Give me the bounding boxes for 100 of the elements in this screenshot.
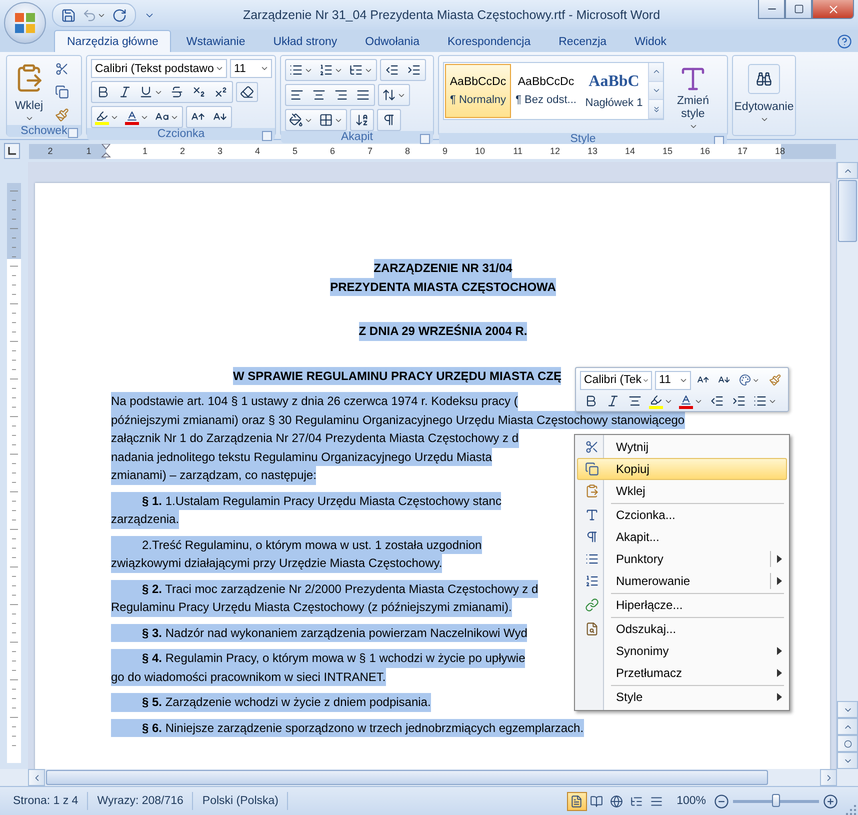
help-icon (837, 34, 852, 48)
font-name-field[interactable]: Calibri (Tekst podstawo (91, 59, 227, 78)
italic-icon (606, 394, 620, 408)
caret-icon (24, 114, 34, 123)
style-preview: AaBbC (588, 73, 640, 91)
redo-button[interactable] (112, 8, 127, 22)
font-size-field[interactable]: 11 (230, 59, 272, 78)
close-button[interactable] (812, 0, 854, 19)
multilevel-list-icon (349, 63, 363, 77)
ruler-number: 1 (86, 144, 92, 158)
zoom-level: 100% (676, 795, 706, 807)
office-button[interactable] (4, 2, 46, 44)
change-styles-button[interactable]: Zmień style (668, 62, 718, 133)
dialog-launcher-button[interactable] (420, 134, 430, 144)
style-name: ¶ Bez odst... (516, 94, 576, 106)
view-button[interactable] (566, 792, 587, 810)
paint-bucket-icon (289, 113, 303, 127)
ribbon-tab[interactable]: Widok (622, 30, 680, 52)
ribbon-tab[interactable]: Korespondencja (434, 30, 544, 52)
decrease-indent-icon (710, 394, 724, 408)
gallery-more-button[interactable] (649, 100, 663, 120)
editing-button[interactable]: Edytowanie (731, 62, 797, 126)
ribbon-tab[interactable]: Układ strony (260, 30, 350, 52)
zoom-out-button[interactable] (714, 794, 729, 808)
lines-icon (650, 794, 664, 808)
justify-icon (356, 88, 370, 102)
highlighter-icon (649, 394, 663, 408)
indent-marker-icon[interactable] (101, 144, 111, 158)
group-label: Czcionka (157, 128, 205, 140)
zoom-slider-thumb[interactable] (772, 794, 780, 806)
increase-indent-icon (732, 394, 746, 408)
ribbon-tab[interactable]: Odwołania (352, 30, 432, 52)
font-color-icon (125, 110, 139, 124)
align-center-icon (312, 88, 326, 102)
save-button[interactable] (61, 8, 76, 22)
submenu-arrow-icon (777, 693, 782, 701)
more-icon (652, 104, 660, 114)
help-button[interactable] (837, 34, 852, 48)
clear-formatting-button[interactable] (236, 82, 258, 102)
redo-icon (112, 8, 127, 22)
ruler-toggle-button[interactable] (4, 143, 20, 159)
scissors-icon (585, 440, 599, 454)
menu-item[interactable]: Punktory (577, 548, 787, 570)
caret-icon (688, 122, 698, 131)
chevron-down-icon (652, 86, 660, 95)
dialog-launcher-button[interactable] (262, 131, 272, 141)
font-size-field[interactable]: 11 (655, 370, 691, 390)
ruler-number: 2 (48, 144, 53, 158)
scissors-icon (55, 62, 69, 76)
caret-icon (760, 115, 768, 124)
clipboard-icon (585, 484, 599, 498)
bold-icon (96, 85, 110, 99)
caret-icon (215, 64, 224, 73)
page-count: Strona: 1 z 4 (4, 792, 88, 810)
menu-item[interactable]: Akapit... (577, 526, 787, 548)
group-label: Schowek (20, 125, 68, 137)
scrollbar-thumb[interactable] (838, 180, 857, 242)
borders-icon (319, 113, 333, 127)
ruler-number: 3 (217, 144, 222, 158)
window-title: Zarządzenie Nr 31_04 Prezydenta Miasta Częstochowy.rtf - Microsoft Word (242, 8, 662, 22)
submenu-arrow-icon (777, 647, 782, 655)
tab-stop-icon (8, 147, 16, 155)
align-right-icon (334, 88, 348, 102)
menu-item[interactable]: Przetłumacz (577, 662, 787, 684)
submenu-arrow-icon (777, 577, 782, 585)
ruler-number: 10 (474, 144, 485, 158)
submenu-arrow-icon (777, 669, 782, 677)
font-name-field[interactable]: Calibri (Tek (580, 370, 652, 390)
submenu-arrow-icon (777, 555, 782, 563)
style-preview: AaBbCcDc (450, 76, 506, 88)
brush-icon (768, 373, 781, 387)
word-count: Wyrazy: 208/716 (88, 792, 194, 810)
menu-item[interactable]: Kopiuj (577, 458, 787, 480)
palette-icon (738, 373, 752, 387)
scrollbar-thumb[interactable] (46, 770, 768, 785)
quick-style-tile[interactable]: AaBbCcDc ¶ Normalny (445, 64, 511, 118)
menu-item[interactable]: Synonimy (577, 640, 787, 662)
paste-button[interactable]: Wklej (11, 59, 47, 125)
menu-item[interactable]: Wytnij (577, 436, 787, 458)
superscript-icon (214, 85, 228, 99)
ruler-number: 7 (367, 144, 372, 158)
zoom-in-button[interactable] (823, 794, 838, 808)
numbered-list-icon (319, 63, 333, 77)
ruler-number: 5 (292, 144, 298, 158)
ruler-number: 15 (662, 144, 672, 158)
ruler-number: 13 (587, 144, 598, 158)
ruler-number: 18 (774, 144, 785, 158)
menu-item[interactable]: Numerowanie (577, 570, 787, 592)
resize-grip-icon (846, 805, 856, 815)
strikethrough-icon (170, 85, 184, 99)
decrease-indent-icon (385, 63, 399, 77)
browse-object-button[interactable] (837, 735, 858, 752)
ribbon-tab[interactable]: Wstawianie (173, 30, 258, 52)
ribbon-tab[interactable]: Narzędzia główne (54, 30, 172, 52)
dialog-launcher-button[interactable] (68, 128, 78, 138)
maximize-button[interactable] (785, 0, 812, 19)
ruler-number: 11 (513, 144, 522, 158)
ribbon-tab[interactable]: Recenzja (546, 30, 620, 52)
menu-item[interactable]: Wklej (577, 480, 787, 502)
increase-indent-icon (407, 63, 421, 77)
